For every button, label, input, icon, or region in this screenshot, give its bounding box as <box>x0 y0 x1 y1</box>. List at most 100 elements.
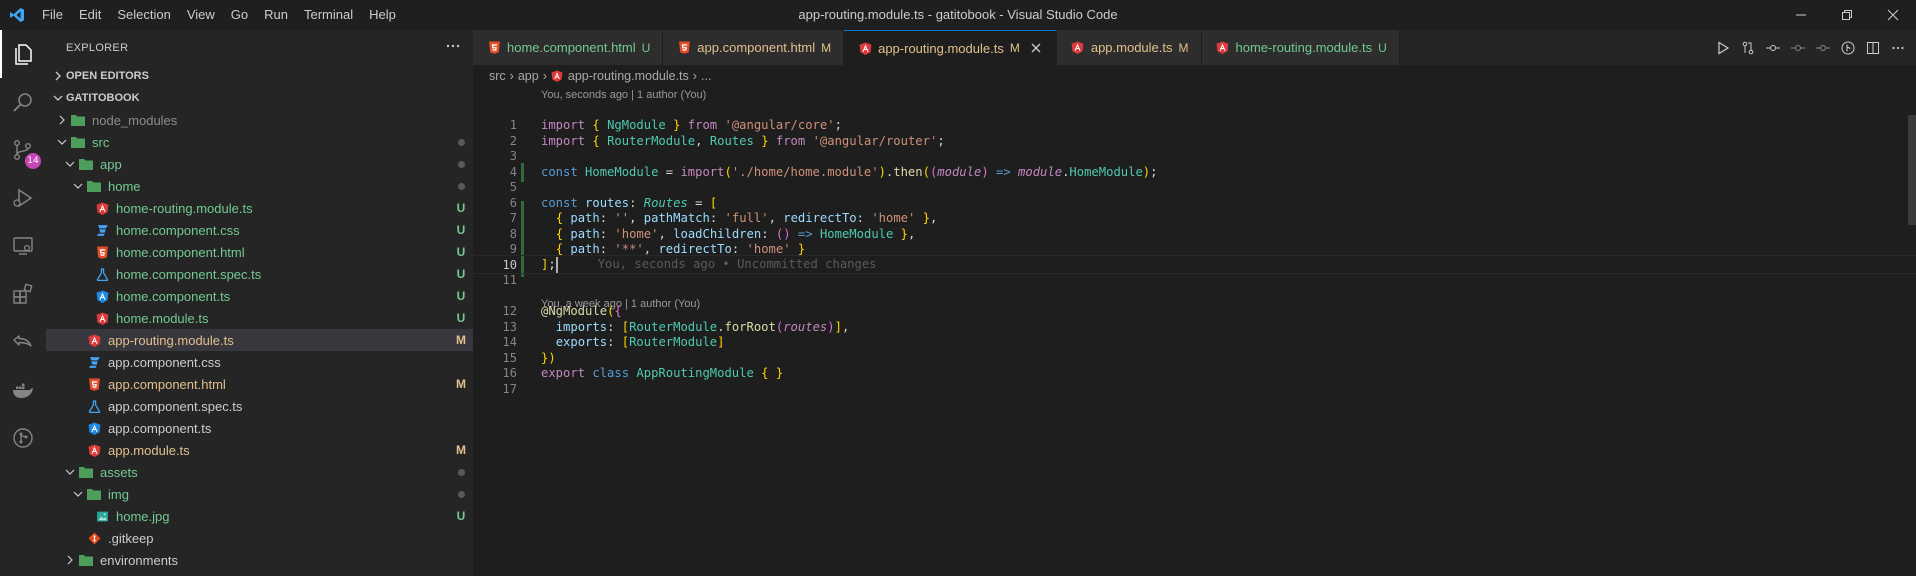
restore-icon[interactable] <box>1824 0 1870 30</box>
tree-item-label: environments <box>100 552 179 568</box>
open-editors-label: OPEN EDITORS <box>66 70 149 82</box>
chevron-right-icon <box>50 71 66 81</box>
menu-selection[interactable]: Selection <box>109 0 178 30</box>
tree-file[interactable]: home.module.ts U <box>46 307 473 329</box>
menu-run[interactable]: Run <box>256 0 296 30</box>
folder-icon <box>78 552 94 568</box>
git-status-badge: M <box>456 443 466 457</box>
explorer-icon[interactable] <box>0 30 46 78</box>
tree-item-label: home.module.ts <box>116 310 209 326</box>
tree-folder[interactable]: node_modules <box>46 109 473 131</box>
menu-edit[interactable]: Edit <box>71 0 109 30</box>
chevron-down-icon[interactable] <box>62 153 78 175</box>
code-line[interactable]: 17 <box>473 379 1916 398</box>
run-icon[interactable] <box>1710 35 1735 60</box>
editor-tab[interactable]: home-routing.module.ts U <box>1201 30 1400 65</box>
tree-file[interactable]: app.component.spec.ts <box>46 395 473 417</box>
chevron-right-icon[interactable] <box>54 109 70 131</box>
menu-file[interactable]: File <box>34 0 71 30</box>
search-icon[interactable] <box>0 78 46 126</box>
folder-icon <box>70 134 86 150</box>
tab-label: home.component.html <box>507 40 636 55</box>
breadcrumb-item[interactable]: app-routing.module.ts <box>568 69 689 83</box>
tab-git-status: U <box>1378 40 1387 55</box>
extensions-icon[interactable] <box>0 270 46 318</box>
previous-change-icon[interactable] <box>1785 35 1810 60</box>
compare-changes-icon[interactable] <box>1735 35 1760 60</box>
html-file-icon <box>487 41 501 55</box>
run-debug-icon[interactable] <box>0 174 46 222</box>
tree-file[interactable]: home-routing.module.ts U <box>46 197 473 219</box>
chevron-down-icon[interactable] <box>62 461 78 483</box>
tree-file[interactable]: app.component.html M <box>46 373 473 395</box>
docker-icon[interactable] <box>0 366 46 414</box>
chevron-down-icon[interactable] <box>70 175 86 197</box>
codelens-author[interactable]: You, seconds ago | 1 author (You) <box>541 89 706 101</box>
tree-file[interactable]: home.jpg U <box>46 505 473 527</box>
source-control-icon[interactable]: 14 <box>0 126 46 174</box>
activity-bar: 14 <box>0 30 46 576</box>
tree-file[interactable]: home.component.ts U <box>46 285 473 307</box>
breadcrumb-item[interactable]: src <box>489 69 506 83</box>
tree-folder[interactable]: environments <box>46 549 473 571</box>
breadcrumb: src › app › app-routing.module.ts › ... <box>473 65 1916 87</box>
close-tab-icon[interactable] <box>1028 40 1044 56</box>
editor-tab[interactable]: app.component.html M <box>663 30 845 65</box>
tree-file[interactable]: home.component.spec.ts U <box>46 263 473 285</box>
chevron-right-icon[interactable] <box>62 549 78 571</box>
tree-folder[interactable]: src <box>46 131 473 153</box>
menu-help[interactable]: Help <box>361 0 404 30</box>
tree-file[interactable]: app.component.ts <box>46 417 473 439</box>
open-editors-section[interactable]: OPEN EDITORS <box>46 65 473 87</box>
tree-file[interactable]: home.component.css U <box>46 219 473 241</box>
tree-folder[interactable]: home <box>46 175 473 197</box>
tree-item-label: home.component.spec.ts <box>116 266 262 282</box>
toggle-blame-icon[interactable] <box>1835 35 1860 60</box>
timeline-icon[interactable] <box>1760 35 1785 60</box>
test-file-icon <box>94 266 110 282</box>
tree-file[interactable]: home.component.html U <box>46 241 473 263</box>
tree-file[interactable]: app.component.css <box>46 351 473 373</box>
chevron-down-icon[interactable] <box>54 131 70 153</box>
code-line[interactable]: 11 <box>473 270 1916 289</box>
more-actions-icon[interactable] <box>1885 35 1910 60</box>
tree-file[interactable]: app-routing.module.ts M <box>46 329 473 351</box>
code-editor[interactable]: You, seconds ago | 1 author (You) You, a… <box>473 87 1916 576</box>
breadcrumb-separator-icon: › <box>509 69 514 83</box>
editor-tab[interactable]: app-routing.module.ts M <box>844 30 1057 65</box>
live-share-icon[interactable] <box>0 318 46 366</box>
menu-go[interactable]: Go <box>223 0 256 30</box>
minimize-icon[interactable] <box>1778 0 1824 30</box>
remote-explorer-icon[interactable] <box>0 222 46 270</box>
tab-git-status: U <box>641 40 651 55</box>
next-change-icon[interactable] <box>1810 35 1835 60</box>
tree-folder[interactable]: img <box>46 483 473 505</box>
close-window-icon[interactable] <box>1870 0 1916 30</box>
chevron-down-icon[interactable] <box>70 483 86 505</box>
editor-scrollbar[interactable] <box>1908 115 1916 225</box>
breadcrumb-item[interactable]: app <box>518 69 539 83</box>
git-graph-icon[interactable] <box>0 414 46 462</box>
tree-file[interactable]: app.module.ts M <box>46 439 473 461</box>
vscode-logo-icon <box>0 0 34 30</box>
split-editor-icon[interactable] <box>1860 35 1885 60</box>
test-file-icon <box>86 398 102 414</box>
explorer-header: EXPLORER <box>46 30 473 65</box>
tree-item-label: app.component.ts <box>108 420 212 436</box>
tree-item-label: assets <box>100 464 138 480</box>
line-number: 7 <box>509 210 517 225</box>
tree-file[interactable]: .gitkeep <box>46 527 473 549</box>
explorer-title: EXPLORER <box>66 41 129 54</box>
editor-tab[interactable]: home.component.html U <box>473 30 664 65</box>
menu-terminal[interactable]: Terminal <box>296 0 361 30</box>
editor-tab[interactable]: app.module.ts M <box>1056 30 1202 65</box>
more-actions-icon[interactable] <box>445 38 461 57</box>
breadcrumb-item[interactable]: ... <box>701 69 711 83</box>
code-text: import { NgModule } from '@angular/core'… <box>541 117 842 132</box>
project-section[interactable]: GATITOBOOK <box>46 87 473 109</box>
menu-view[interactable]: View <box>179 0 223 30</box>
tree-folder[interactable]: app <box>46 153 473 175</box>
tree-folder[interactable]: assets <box>46 461 473 483</box>
